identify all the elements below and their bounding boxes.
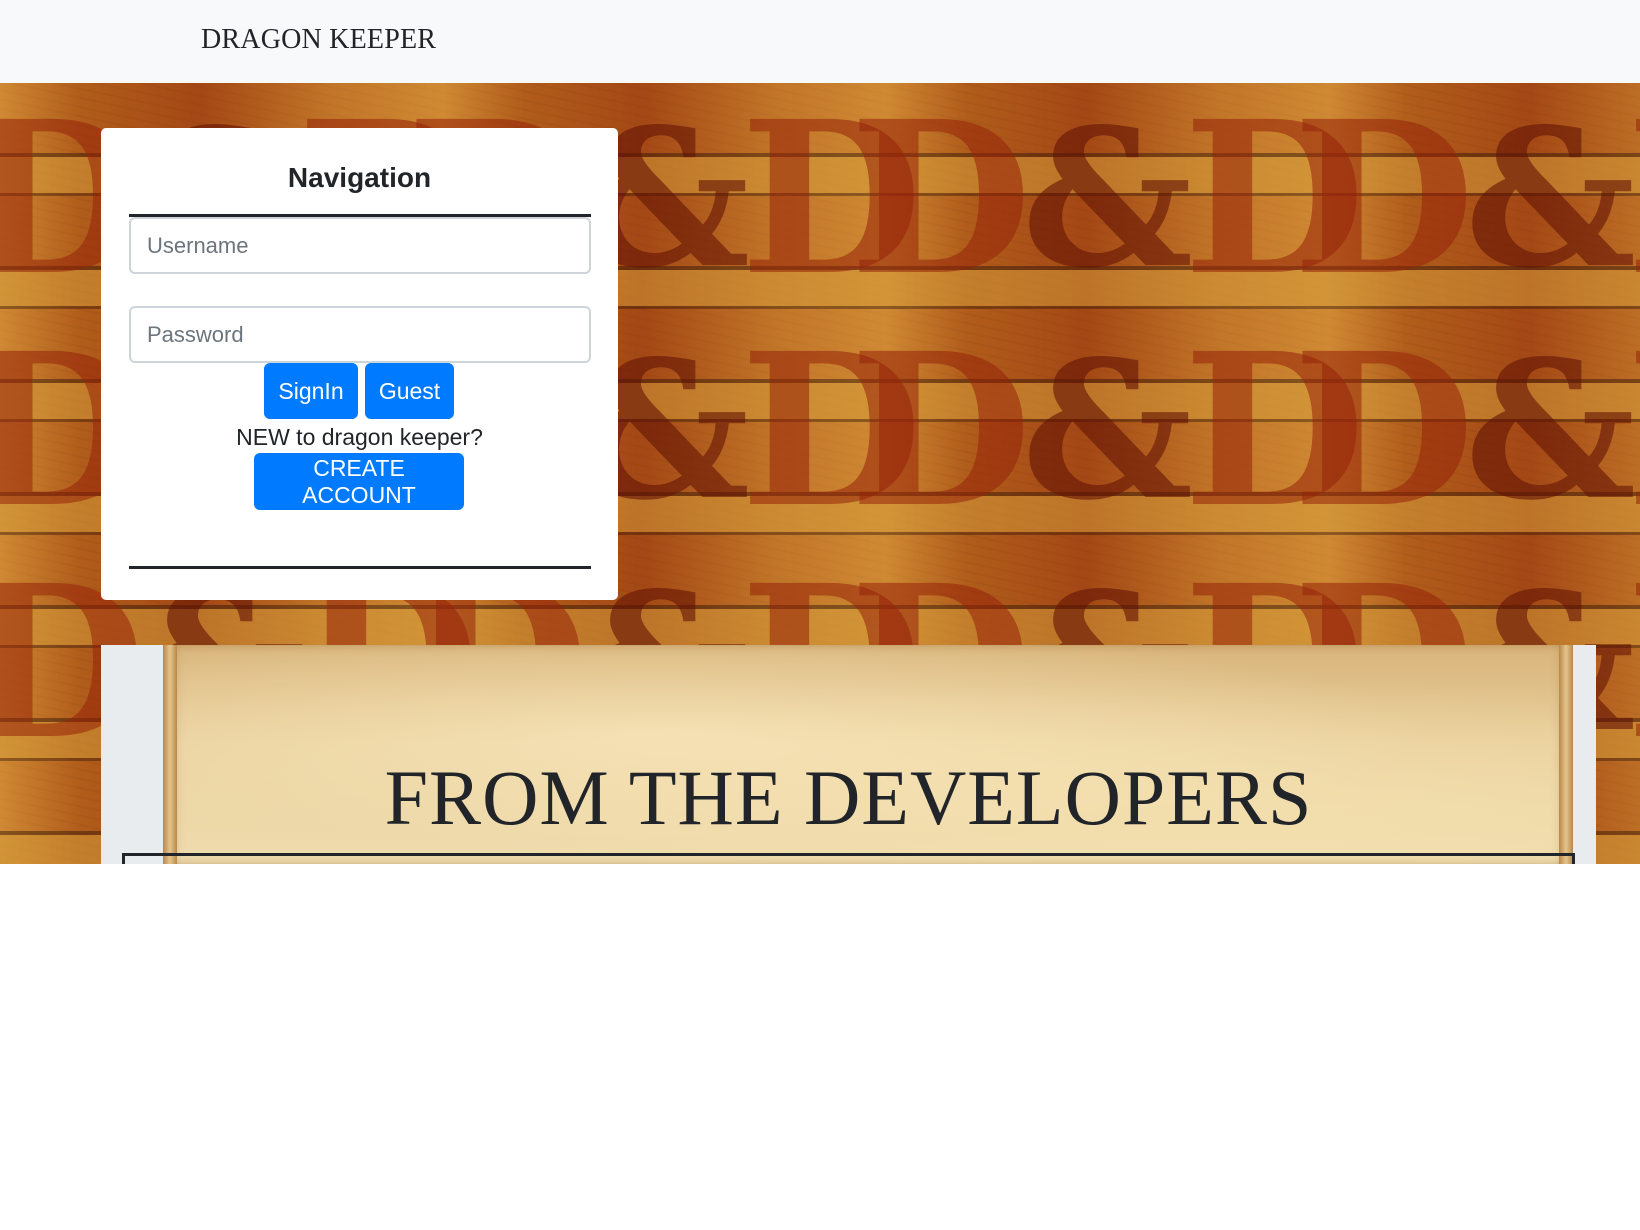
new-user-prompt: NEW to dragon keeper? xyxy=(236,424,483,450)
card-title: Navigation xyxy=(287,162,432,193)
password-input[interactable] xyxy=(129,306,591,363)
login-card: Navigation SignIn Guest NEW to dragon ke… xyxy=(101,128,618,600)
create-account-button[interactable]: CREATE ACCOUNT xyxy=(254,453,464,510)
dnd-logo-tile: D&D xyxy=(849,307,1366,554)
signin-button[interactable]: SignIn xyxy=(264,363,358,419)
developers-content-box xyxy=(122,853,1575,864)
dnd-logo-tile: D&D xyxy=(1292,307,1640,554)
top-navbar: DRAGON KEEPER xyxy=(0,0,1640,83)
developers-section: FROM THE DEVELOPERS xyxy=(101,645,1596,864)
developers-heading: FROM THE DEVELOPERS xyxy=(384,754,1313,841)
dnd-logo-tile: D&D xyxy=(1292,83,1640,322)
bottom-divider xyxy=(129,566,591,569)
dnd-logo-tile: D&D xyxy=(849,83,1366,322)
guest-button[interactable]: Guest xyxy=(365,363,454,419)
brand-link[interactable]: DRAGON KEEPER xyxy=(201,24,436,56)
username-input[interactable] xyxy=(129,217,591,274)
